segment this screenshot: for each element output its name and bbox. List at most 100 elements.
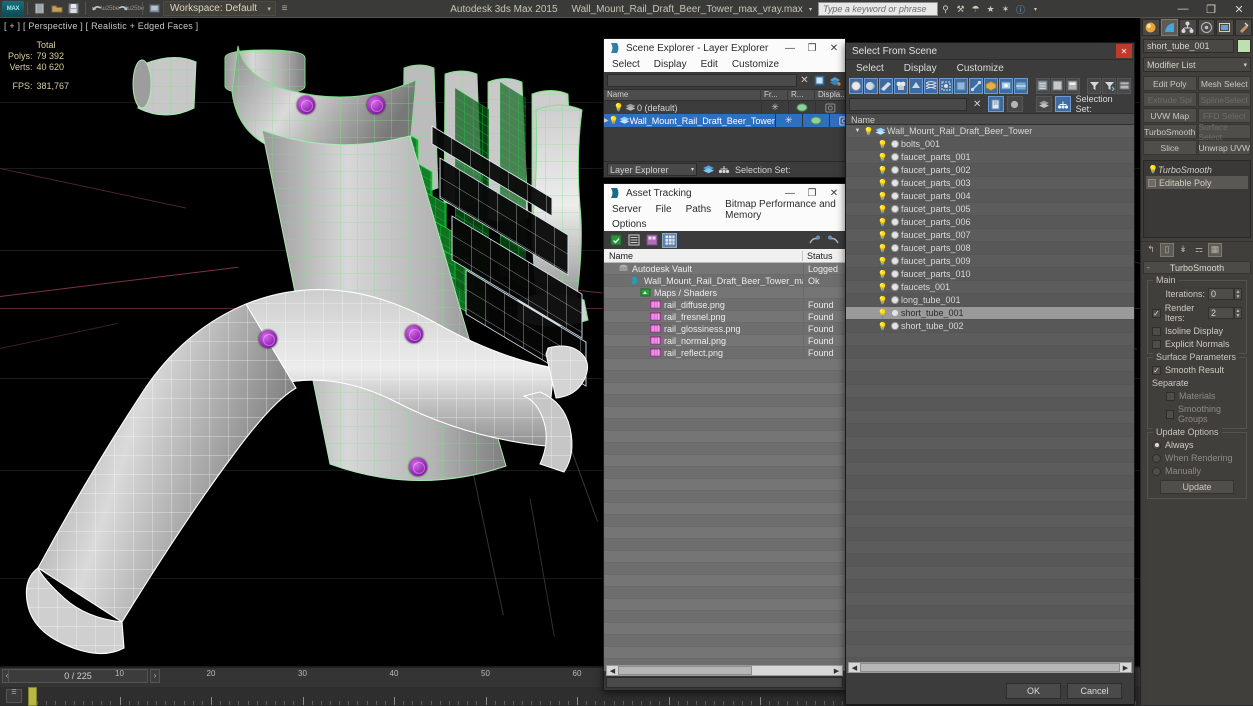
explicit-normals-row[interactable]: Explicit Normals — [1152, 339, 1242, 349]
help-dropdown-icon[interactable]: ▾ — [1028, 2, 1043, 16]
object-list-row[interactable]: 💡 faucet_parts_009 — [846, 255, 1134, 268]
utilities-tab[interactable] — [1234, 18, 1252, 36]
lightbulb-icon[interactable]: 💡 — [1148, 165, 1158, 174]
menu-select[interactable]: Select — [612, 59, 640, 70]
asset-row[interactable]: Autodesk Vault Logged — [604, 262, 845, 275]
lightbulb-icon[interactable]: 💡 — [877, 296, 888, 305]
list-view-icon[interactable] — [626, 233, 641, 248]
modifier-spline-select-button[interactable]: SplineSelect — [1197, 92, 1251, 107]
command-panel-tabs[interactable] — [1141, 18, 1253, 36]
modify-tab[interactable] — [1160, 18, 1178, 36]
hierarchy-tab[interactable] — [1179, 18, 1197, 36]
scene-explorer-search-input[interactable] — [607, 74, 797, 87]
select-from-scene-title-bar[interactable]: Select From Scene ✕ — [846, 43, 1134, 60]
object-list-row[interactable]: 💡 faucet_parts_002 — [846, 164, 1134, 177]
gizmo-marker[interactable] — [405, 325, 423, 343]
select-by-name-icon[interactable] — [987, 96, 1004, 112]
workspace-selector[interactable]: Workspace: Default ▾ — [163, 1, 277, 16]
lightbulb-icon[interactable]: 💡 — [877, 244, 888, 253]
show-end-result-icon[interactable]: ▯ — [1160, 242, 1174, 257]
cancel-button[interactable]: Cancel — [1067, 683, 1122, 699]
clear-search-icon[interactable]: ✕ — [797, 74, 812, 88]
scene-explorer-dialog[interactable]: Scene Explorer - Layer Explorer — ❐ ✕ Se… — [603, 38, 850, 178]
render-toggle[interactable] — [788, 101, 815, 114]
scroll-right-icon[interactable]: ▶ — [1120, 663, 1131, 672]
column-header-render[interactable]: R... — [788, 89, 815, 101]
save-file-icon[interactable] — [65, 1, 82, 16]
lightbulb-icon[interactable]: 💡 — [877, 257, 888, 266]
new-layer-icon[interactable] — [812, 74, 827, 88]
display-cameras-button[interactable] — [894, 77, 908, 94]
display-lights-button[interactable] — [879, 77, 893, 94]
modifier-button-set[interactable]: Edit Poly Mesh Select Extrude Spl Spline… — [1141, 74, 1253, 157]
lightbulb-icon[interactable]: 💡 — [877, 140, 888, 149]
lightbulb-icon[interactable]: 💡 — [877, 283, 888, 292]
modifier-edit-poly-button[interactable]: Edit Poly — [1143, 76, 1197, 91]
lightbulb-icon[interactable]: 💡 — [609, 116, 619, 125]
menu-paths[interactable]: Paths — [686, 204, 712, 215]
update-always-row[interactable]: Always — [1152, 440, 1242, 450]
asset-row[interactable]: rail_diffuse.png Found — [604, 298, 845, 311]
isoline-display-checkbox[interactable] — [1152, 326, 1161, 336]
object-list-row[interactable]: 💡 faucet_parts_001 — [846, 151, 1134, 164]
column-header-name[interactable]: Name — [604, 89, 761, 101]
column-header-name[interactable]: Name — [604, 250, 803, 261]
close-button[interactable]: ✕ — [1116, 44, 1132, 58]
display-hidden-button[interactable] — [1014, 77, 1028, 94]
select-children-button[interactable] — [1065, 77, 1080, 94]
spinner-arrows-icon[interactable]: ▲ ▼ — [1234, 307, 1242, 319]
key-mode-icon[interactable]: ☰ — [6, 689, 22, 703]
modifier-mesh-select-button[interactable]: Mesh Select — [1197, 76, 1251, 91]
scene-explorer-column-headers[interactable]: Name Fr... R... Displa... — [604, 89, 845, 101]
object-list-row[interactable]: 💡 faucet_parts_004 — [846, 190, 1134, 203]
refresh-icon[interactable] — [608, 233, 623, 248]
object-list-row[interactable]: 💡 bolts_001 — [846, 138, 1134, 151]
sort-icon[interactable] — [1102, 77, 1117, 94]
chevron-down-icon[interactable]: ▾ — [263, 5, 275, 13]
asset-tracking-column-headers[interactable]: Name Status — [604, 249, 845, 263]
menu-edit[interactable]: Edit — [701, 59, 718, 70]
selection-set-icon[interactable] — [716, 163, 731, 177]
collapse-icon[interactable]: - — [1147, 263, 1150, 272]
iterations-value[interactable]: 0 — [1208, 288, 1234, 300]
set-project-folder-icon[interactable] — [146, 1, 163, 16]
highlight-selection-icon[interactable] — [1006, 96, 1023, 112]
asset-tracking-menu-bar[interactable]: Server File Paths Bitmap Performance and… — [604, 199, 845, 221]
smoothing-groups-row[interactable]: Smoothing Groups — [1152, 404, 1242, 424]
render-toggle[interactable] — [801, 114, 829, 127]
collapse-all-button[interactable] — [1050, 77, 1065, 94]
object-list-row[interactable]: 💡 faucet_parts_007 — [846, 229, 1134, 242]
update-manually-row[interactable]: Manually — [1152, 466, 1242, 476]
check-in-icon[interactable] — [807, 233, 822, 248]
display-toggle[interactable] — [815, 101, 845, 114]
lightbulb-icon[interactable]: 💡 — [877, 205, 888, 214]
display-tab[interactable] — [1216, 18, 1234, 36]
scene-explorer-footer[interactable]: Layer Explorer ▾ Selection Set: — [604, 161, 845, 177]
asset-row[interactable]: Wall_Mount_Rail_Draft_Beer_Tower_max_vra… — [604, 274, 845, 287]
select-from-scene-search-toolbar[interactable]: ✕ Selection Set: — [846, 94, 1134, 114]
minimize-button[interactable]: — — [779, 39, 801, 57]
layer-properties-icon[interactable] — [827, 74, 842, 88]
favorites-icon[interactable]: ★ — [983, 2, 998, 16]
scrollbar-thumb[interactable] — [618, 666, 752, 675]
column-header-display[interactable]: Displa... — [815, 89, 845, 101]
lightbulb-icon[interactable]: 💡 — [877, 179, 888, 188]
search-dropdown-icon[interactable]: ▾ — [803, 2, 818, 16]
menu-select[interactable]: Select — [856, 63, 884, 74]
display-helpers-button[interactable] — [909, 77, 923, 94]
find-icon[interactable]: ⚲ — [938, 2, 953, 16]
display-space-warps-button[interactable] — [924, 77, 938, 94]
modifier-list-dropdown[interactable]: Modifier List ▾ — [1143, 57, 1251, 72]
open-file-icon[interactable] — [48, 1, 65, 16]
materials-row[interactable]: Materials — [1152, 391, 1242, 401]
maximize-button[interactable]: ❐ — [801, 39, 823, 57]
display-xrefs-button[interactable] — [954, 77, 968, 94]
clear-search-icon[interactable]: ✕ — [970, 97, 985, 111]
object-list-row[interactable]: 💡 faucet_parts_005 — [846, 203, 1134, 216]
object-list-row[interactable]: ▼ 💡 Wall_Mount_Rail_Draft_Beer_Tower — [846, 125, 1134, 138]
modifier-slice-button[interactable]: Slice — [1143, 140, 1197, 155]
asset-tracking-dialog[interactable]: Asset Tracking — ❐ ✕ Server File Paths B… — [603, 183, 846, 691]
turbosmooth-rollout[interactable]: - TurboSmooth Main Iterations: 0 ▲ ▼ ✓ Re… — [1143, 261, 1251, 506]
search-input[interactable]: Type a keyword or phrase — [818, 2, 938, 16]
display-shapes-button[interactable] — [864, 77, 878, 94]
